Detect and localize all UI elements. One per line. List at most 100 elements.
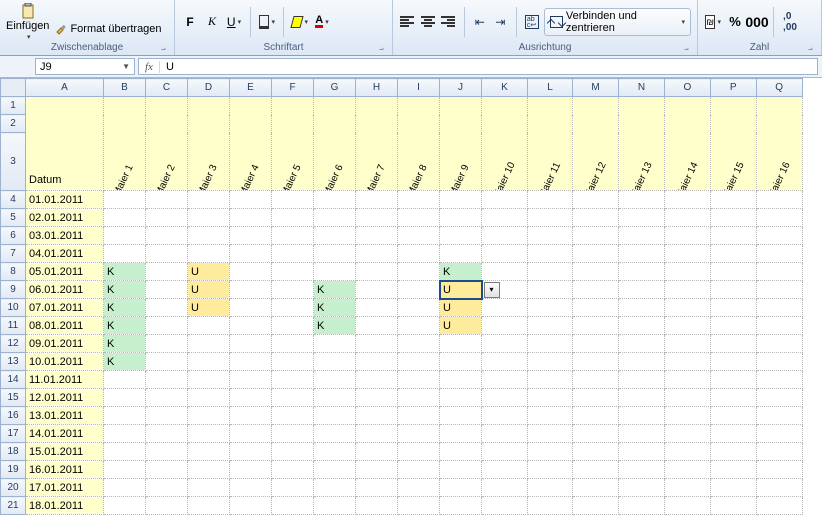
cell-E13[interactable] — [230, 353, 272, 371]
cell-K6[interactable] — [482, 227, 528, 245]
cell-M3[interactable]: Maier 12 — [573, 133, 619, 191]
cell-L17[interactable] — [527, 425, 572, 443]
cell-N18[interactable] — [618, 443, 664, 461]
cell-M12[interactable] — [573, 335, 619, 353]
cell-C5[interactable] — [146, 209, 188, 227]
cell-D6[interactable] — [188, 227, 230, 245]
cell-P21[interactable] — [710, 497, 756, 515]
cell-Q18[interactable] — [756, 443, 802, 461]
column-header-P[interactable]: P — [710, 79, 756, 97]
cell-I5[interactable] — [398, 209, 440, 227]
cell-N15[interactable] — [618, 389, 664, 407]
cell-C11[interactable] — [146, 317, 188, 335]
cell-M5[interactable] — [573, 209, 619, 227]
cell-M8[interactable] — [573, 263, 619, 281]
cell-I21[interactable] — [398, 497, 440, 515]
cell-C15[interactable] — [146, 389, 188, 407]
cell-A21[interactable]: 18.01.2011 — [26, 497, 104, 515]
cell-N4[interactable] — [618, 191, 664, 209]
cell-H20[interactable] — [356, 479, 398, 497]
cell-J21[interactable] — [440, 497, 482, 515]
paste-button[interactable]: Einfügen — [6, 3, 49, 41]
cell-J13[interactable] — [440, 353, 482, 371]
row-header-15[interactable]: 15 — [1, 389, 26, 407]
cell-J11[interactable]: U — [440, 317, 482, 335]
column-header-G[interactable]: G — [314, 79, 356, 97]
column-header-J[interactable]: J — [440, 79, 482, 97]
cell-J20[interactable] — [440, 479, 482, 497]
cell-B13[interactable]: K — [104, 353, 146, 371]
cell-Q14[interactable] — [756, 371, 802, 389]
cell-A14[interactable]: 11.01.2011 — [26, 371, 104, 389]
cell-D20[interactable] — [188, 479, 230, 497]
cell-Q17[interactable] — [756, 425, 802, 443]
italic-button[interactable]: K — [203, 13, 221, 31]
cell-O11[interactable] — [664, 317, 710, 335]
cell-P5[interactable] — [710, 209, 756, 227]
cell-N21[interactable] — [618, 497, 664, 515]
column-header-K[interactable]: K — [482, 79, 528, 97]
cell-O8[interactable] — [664, 263, 710, 281]
cell-I8[interactable] — [398, 263, 440, 281]
cell-I7[interactable] — [398, 245, 440, 263]
cell-K15[interactable] — [482, 389, 528, 407]
row-header-16[interactable]: 16 — [1, 407, 26, 425]
cell-N16[interactable] — [618, 407, 664, 425]
cell-O17[interactable] — [664, 425, 710, 443]
cell-B20[interactable] — [104, 479, 146, 497]
cell-A5[interactable]: 02.01.2011 — [26, 209, 104, 227]
cell-A19[interactable]: 16.01.2011 — [26, 461, 104, 479]
cell-O10[interactable] — [664, 299, 710, 317]
column-header-C[interactable]: C — [146, 79, 188, 97]
cell-G7[interactable] — [314, 245, 356, 263]
cell-Q20[interactable] — [756, 479, 802, 497]
cell-I6[interactable] — [398, 227, 440, 245]
row-header-21[interactable]: 21 — [1, 497, 26, 515]
cell-N19[interactable] — [618, 461, 664, 479]
cell-B10[interactable]: K — [104, 299, 146, 317]
cell-M17[interactable] — [573, 425, 619, 443]
cell-Q16[interactable] — [756, 407, 802, 425]
select-all-corner[interactable] — [1, 79, 26, 97]
cell-D11[interactable] — [188, 317, 230, 335]
cell-N12[interactable] — [618, 335, 664, 353]
cell-H3[interactable]: Maier 7 — [356, 133, 398, 191]
cell-E5[interactable] — [230, 209, 272, 227]
cell-L18[interactable] — [527, 443, 572, 461]
row-header-4[interactable]: 4 — [1, 191, 26, 209]
row-header-1[interactable]: 1 — [1, 97, 26, 115]
column-header-F[interactable]: F — [272, 79, 314, 97]
fx-button[interactable]: fx — [139, 61, 160, 73]
cell-L15[interactable] — [527, 389, 572, 407]
cell-K12[interactable] — [482, 335, 528, 353]
cell-O14[interactable] — [664, 371, 710, 389]
cell-L16[interactable] — [527, 407, 572, 425]
cell-J14[interactable] — [440, 371, 482, 389]
cell-D17[interactable] — [188, 425, 230, 443]
cell-A10[interactable]: 07.01.2011 — [26, 299, 104, 317]
cell-A1[interactable] — [26, 97, 104, 115]
cell-G2[interactable] — [314, 115, 356, 133]
cell-Q2[interactable] — [756, 115, 802, 133]
cell-Q11[interactable] — [756, 317, 802, 335]
cell-P2[interactable] — [710, 115, 756, 133]
cell-F17[interactable] — [272, 425, 314, 443]
cell-P18[interactable] — [710, 443, 756, 461]
cell-C13[interactable] — [146, 353, 188, 371]
cell-L9[interactable] — [527, 281, 572, 299]
cell-N8[interactable] — [618, 263, 664, 281]
cell-N9[interactable] — [618, 281, 664, 299]
cell-J9[interactable]: U — [440, 281, 482, 299]
cell-I3[interactable]: Maier 8 — [398, 133, 440, 191]
cell-F3[interactable]: Maier 5 — [272, 133, 314, 191]
cell-N2[interactable] — [618, 115, 664, 133]
cell-J17[interactable] — [440, 425, 482, 443]
cell-O16[interactable] — [664, 407, 710, 425]
cell-D18[interactable] — [188, 443, 230, 461]
cell-K4[interactable] — [482, 191, 528, 209]
cell-L11[interactable] — [527, 317, 572, 335]
cell-B16[interactable] — [104, 407, 146, 425]
column-header-E[interactable]: E — [230, 79, 272, 97]
cell-I20[interactable] — [398, 479, 440, 497]
row-header-7[interactable]: 7 — [1, 245, 26, 263]
